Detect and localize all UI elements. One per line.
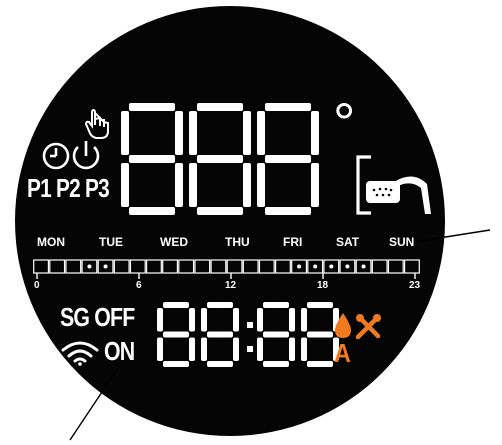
degree-symbol: ° xyxy=(333,91,356,154)
clock-colon xyxy=(247,322,253,352)
timeline-slot xyxy=(113,259,130,274)
shower-icon xyxy=(356,155,431,215)
temperature-digit xyxy=(121,103,183,215)
timeline-active-dot xyxy=(361,264,366,269)
power-icon xyxy=(72,141,100,170)
timeline-slot xyxy=(178,259,195,274)
timeline-active-dot xyxy=(297,264,302,269)
timeline-active-dot xyxy=(103,264,108,269)
timeline-slot xyxy=(387,259,404,274)
timeline-active-dot xyxy=(87,264,92,269)
wifi-icon xyxy=(61,341,99,366)
sg-off-label: SG OFF xyxy=(60,302,135,332)
leader-line-right xyxy=(419,229,491,242)
auto-mode-indicator: A xyxy=(334,338,351,368)
hour-label-0: 0 xyxy=(34,280,40,291)
timeline-slot xyxy=(65,259,82,274)
day-label-mon: MON xyxy=(37,235,65,249)
hour-label-18: 18 xyxy=(317,280,329,291)
lcd-display-illustration: ° P1 P2 P3 MON TUE WED THU FRI SAT SUN 0… xyxy=(0,0,502,445)
timeline-slot xyxy=(274,259,291,274)
on-label: ON xyxy=(104,336,135,366)
timeline-slot xyxy=(162,259,179,274)
program-label-p1: P1 xyxy=(27,173,52,203)
program-label-p3: P3 xyxy=(85,173,110,203)
timeline-slot xyxy=(242,259,259,274)
hour-label-23: 23 xyxy=(409,280,421,291)
clock-digits xyxy=(157,302,339,367)
segment-graphics xyxy=(33,103,491,441)
clock-icon xyxy=(42,142,70,170)
hour-label-12: 12 xyxy=(225,280,237,291)
temperature-digits xyxy=(121,103,319,215)
timeline-slot xyxy=(258,259,275,274)
day-label-thu: THU xyxy=(225,235,250,249)
timeline-active-dot xyxy=(313,264,318,269)
timeline-slot xyxy=(33,259,50,274)
day-label-fri: FRI xyxy=(283,235,303,249)
clock-digit xyxy=(257,302,295,367)
hour-label-6: 6 xyxy=(136,280,142,291)
temperature-digit xyxy=(189,103,251,215)
timeline-slot xyxy=(403,259,420,274)
timeline-slot xyxy=(49,259,66,274)
schedule-timeline xyxy=(33,259,420,274)
temperature-digit xyxy=(257,103,319,215)
day-label-wed: WED xyxy=(160,235,188,249)
leader-line-bottom xyxy=(69,367,119,441)
timeline-slot xyxy=(194,259,211,274)
timeline-slot xyxy=(210,259,227,274)
timeline-slot xyxy=(371,259,388,274)
day-label-sun: SUN xyxy=(389,235,415,249)
timeline-active-dot xyxy=(329,264,334,269)
tools-icon xyxy=(355,314,381,340)
day-label-sat: SAT xyxy=(336,235,360,249)
timeline-slot xyxy=(129,259,146,274)
timeline-active-dot xyxy=(345,264,350,269)
timeline-slot xyxy=(226,259,243,274)
timeline-slot xyxy=(145,259,162,274)
clock-digit xyxy=(157,302,195,367)
timeline-ticks xyxy=(36,273,416,279)
program-label-p2: P2 xyxy=(56,173,81,203)
day-label-tue: TUE xyxy=(99,235,123,249)
hand-pointer-icon xyxy=(84,108,109,139)
clock-digit xyxy=(201,302,239,367)
